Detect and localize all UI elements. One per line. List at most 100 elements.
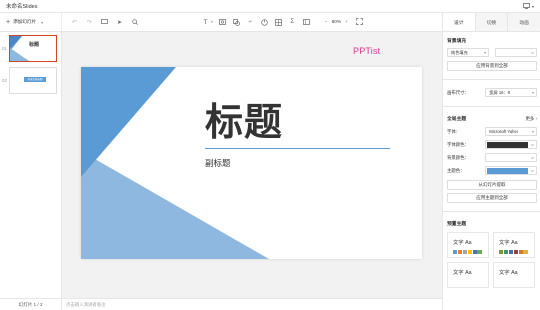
color-swatch: [487, 141, 528, 148]
font-label: 字体：: [447, 128, 461, 134]
thumbnail-graphic: [10, 36, 30, 61]
zoom-level[interactable]: 80%: [332, 20, 342, 25]
shape-icon[interactable]: [232, 18, 241, 27]
extract-from-slide-button[interactable]: 从幻灯片提取: [447, 180, 537, 190]
fit-screen-icon[interactable]: [356, 17, 363, 27]
chevron-down-icon: ▾: [531, 90, 534, 95]
tab-animation[interactable]: 动画: [508, 13, 540, 31]
font-select[interactable]: Microsoft Yahei ▾: [485, 127, 537, 136]
preset-theme-card[interactable]: 文字 Aa: [447, 262, 489, 288]
zoom-out-button[interactable]: −: [325, 20, 328, 25]
light-blue-triangle: [81, 151, 269, 259]
color-swatch: [457, 250, 463, 254]
thumbnail-title: 标题: [29, 42, 40, 48]
notes-input[interactable]: 点击输入演讲者备注: [62, 298, 442, 310]
chevron-down-icon: ▾: [484, 50, 487, 55]
theme-color-picker[interactable]: ⌀: [485, 166, 537, 175]
text-icon[interactable]: T: [201, 18, 210, 27]
redo-icon[interactable]: ↷: [85, 18, 94, 27]
eyedropper-icon[interactable]: ⌀: [530, 50, 535, 55]
slide[interactable]: 标题 副标题: [81, 67, 422, 259]
title-bar: 未命名Slides ▾: [0, 0, 540, 13]
color-swatch: [487, 167, 528, 174]
select-pointer-icon[interactable]: ➤: [115, 18, 124, 27]
slide-counter: 幻灯片 1 / 2: [0, 298, 62, 310]
color-swatch: [508, 250, 514, 254]
bg-color-label: 背景颜色：: [447, 154, 469, 160]
more-themes-link[interactable]: 更多 ›: [526, 116, 538, 122]
line-icon[interactable]: ⌐: [246, 18, 255, 27]
background-section-title: 背景填充: [447, 39, 467, 44]
color-swatch: [499, 250, 504, 254]
preset-sample-text: 文字 Aa: [499, 240, 518, 246]
preset-sample-text: 文字 Aa: [453, 240, 472, 246]
thumbnail-number: 01: [2, 46, 7, 51]
background-color-picker[interactable]: ⌀: [495, 48, 537, 57]
color-swatch: [513, 250, 518, 254]
font-color-picker[interactable]: ⌀: [485, 140, 537, 149]
theme-section-title: 全局主题: [447, 117, 467, 122]
preset-swatches: [499, 250, 528, 254]
comment-icon[interactable]: [100, 18, 109, 27]
color-swatch: [453, 250, 458, 254]
thumbnail-number: 02: [2, 78, 7, 83]
slide-title[interactable]: 标题: [205, 91, 283, 146]
document-title[interactable]: 未命名Slides: [6, 2, 37, 10]
dark-blue-triangle: [81, 67, 176, 177]
eyedropper-icon[interactable]: ⌀: [530, 168, 535, 173]
canvas-size-label: 画布尺寸：: [447, 89, 469, 95]
slide-subtitle[interactable]: 副标题: [205, 157, 231, 169]
color-swatch: [472, 250, 477, 254]
color-swatch: [477, 250, 482, 254]
fill-type-value: 纯色填充: [451, 49, 468, 55]
theme-color-label: 主题色：: [447, 167, 465, 173]
formula-icon[interactable]: Σ: [288, 18, 297, 27]
chevron-down-icon[interactable]: ▾: [532, 4, 534, 9]
eyedropper-icon[interactable]: ⌀: [530, 142, 535, 147]
image-icon[interactable]: [218, 18, 227, 27]
color-swatch: [503, 250, 509, 254]
font-color-label: 字体颜色：: [447, 141, 469, 147]
design-panel: 设计 切换 动画 背景填充 纯色填充 ▾ ⌀ 应用背景到全部 画布尺寸： 宽屏 …: [442, 13, 540, 310]
eyedropper-icon[interactable]: ⌀: [530, 155, 535, 160]
preset-theme-card[interactable]: 文字 Aa: [493, 262, 535, 288]
bg-color-picker[interactable]: ⌀: [485, 153, 537, 162]
chevron-down-icon: ▾: [531, 129, 534, 134]
slide-thumbnail-1[interactable]: 01 标题: [0, 35, 62, 62]
fill-type-select[interactable]: 纯色填充 ▾: [447, 48, 490, 57]
canvas-size-value: 宽屏 16：9: [489, 89, 511, 95]
canvas-size-select[interactable]: 宽屏 16：9 ▾: [485, 88, 537, 97]
apply-theme-all-button[interactable]: 应用主题到全部: [447, 193, 537, 203]
preset-theme-card[interactable]: 文字 Aa: [447, 232, 489, 258]
preset-swatches: [453, 250, 482, 254]
presets-section-title: 预置主题: [447, 222, 467, 227]
chevron-right-icon: ›: [535, 115, 537, 121]
slide-thumbnail-list: 01 标题 02 目录页面标题: [0, 32, 62, 298]
preset-sample-text: 文字 Aa: [453, 270, 472, 276]
color-swatch: [462, 250, 468, 254]
add-icon[interactable]: +: [6, 19, 10, 26]
search-icon[interactable]: [130, 18, 139, 27]
chart-icon[interactable]: [260, 18, 269, 27]
chevron-down-icon[interactable]: ▾: [41, 20, 43, 25]
slide-thumbnail-2[interactable]: 02 目录页面标题: [0, 67, 62, 94]
color-swatch: [497, 49, 528, 56]
preset-sample-text: 文字 Aa: [499, 270, 518, 276]
undo-icon[interactable]: ↶: [70, 18, 79, 27]
add-slide-button[interactable]: 添加幻灯片: [13, 19, 36, 25]
color-swatch: [518, 250, 523, 254]
thumbnail-preview[interactable]: 标题: [9, 35, 57, 62]
chevron-down-icon[interactable]: ▾: [211, 20, 213, 24]
app-watermark: PPTist: [353, 46, 381, 56]
apply-background-all-button[interactable]: 应用背景到全部: [447, 61, 537, 71]
zoom-in-button[interactable]: +: [345, 20, 348, 25]
color-swatch: [467, 250, 472, 254]
tab-design[interactable]: 设计: [443, 13, 476, 31]
table-icon[interactable]: [274, 18, 283, 27]
color-swatch: [487, 154, 528, 161]
tab-transition[interactable]: 切换: [475, 13, 509, 31]
export-icon[interactable]: [523, 3, 530, 9]
preset-theme-card[interactable]: 文字 Aa: [493, 232, 535, 258]
thumbnail-preview[interactable]: 目录页面标题: [9, 67, 57, 94]
video-icon[interactable]: [302, 18, 311, 27]
